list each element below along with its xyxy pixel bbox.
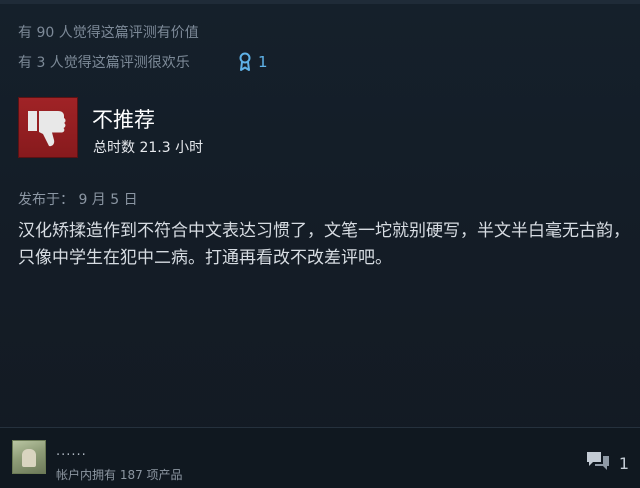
funny-count-text: 有 3 人觉得这篇评测很欢乐: [18, 55, 190, 71]
comment-count: 1: [618, 453, 629, 473]
review-card: 有 90 人觉得这篇评测有价值 有 3 人觉得这篇评测很欢乐 1 不推荐 总时数…: [0, 0, 640, 488]
review-body: 汉化矫揉造作到不符合中文表达习惯了，文笔一坨就别硬写，半文半白毫无古韵，只像中学…: [18, 221, 630, 268]
award-count: 1: [258, 53, 268, 71]
products-owned[interactable]: 帐户内拥有 187 项产品: [56, 466, 183, 483]
helpful-count-text: 有 90 人觉得这篇评测有价值: [18, 25, 199, 41]
review-footer: ...... 帐户内拥有 187 项产品 1: [0, 428, 640, 488]
avatar[interactable]: [12, 440, 46, 474]
comments-button[interactable]: 1: [585, 450, 629, 476]
author-name[interactable]: ......: [56, 444, 87, 459]
playtime-hours: 总时数 21.3 小时: [93, 140, 204, 156]
review-verdict[interactable]: 不推荐: [92, 104, 155, 134]
comment-bubbles-icon: [585, 450, 611, 476]
award-badge[interactable]: 1: [238, 52, 268, 72]
posted-date: 发布于： 9 月 5 日: [18, 192, 138, 208]
award-ribbon-icon: [238, 52, 252, 72]
thumbs-down-icon[interactable]: [18, 97, 78, 158]
